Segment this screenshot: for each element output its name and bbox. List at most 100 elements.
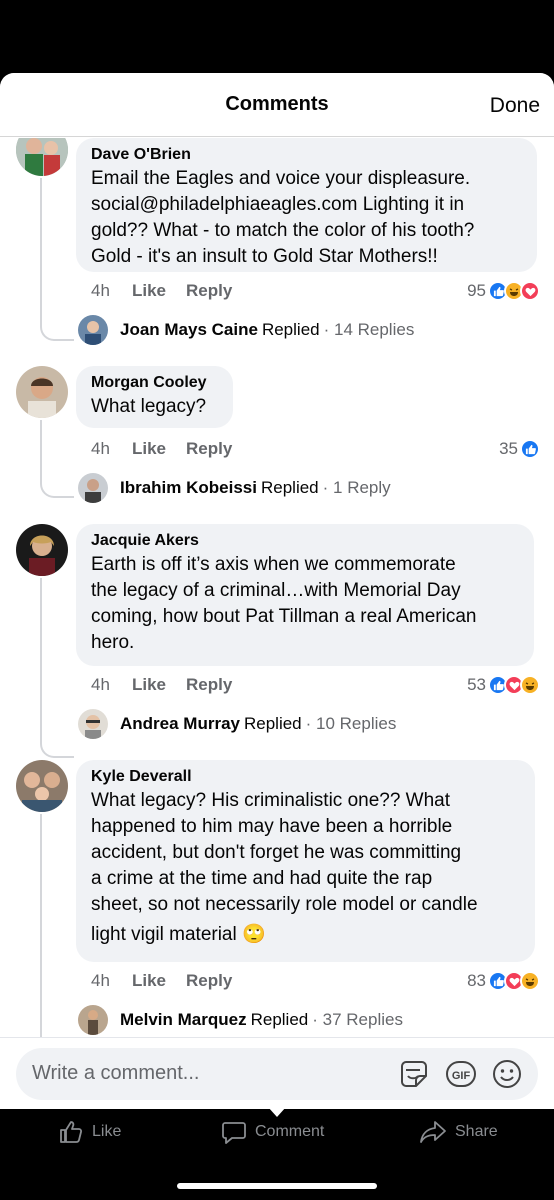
comment-line: What legacy? His criminalistic one?? Wha… [91,790,451,811]
love-reaction-icon [520,281,540,301]
reply-preview[interactable]: Melvin Marquez Replied · 37 Replies [78,1004,403,1036]
post-like-label: Like [92,1123,122,1140]
comment-time: 4h [91,439,110,458]
reply-button[interactable]: Reply [186,281,232,301]
reply-author: Melvin Marquez [120,1010,247,1029]
comment-author[interactable]: Jacquie Akers [91,530,518,552]
reply-preview[interactable]: Ibrahim Kobeissi Replied · 1 Reply [78,472,391,504]
comment-input[interactable]: Write a comment... GIF [16,1048,538,1100]
reply-button[interactable]: Reply [186,675,232,695]
done-button[interactable]: Done [490,94,540,118]
sheet-pointer [268,1107,286,1117]
sticker-icon[interactable] [398,1058,430,1090]
emoji-icon[interactable] [491,1058,523,1090]
avatar [78,315,108,345]
reaction-count: 95 [467,281,486,300]
comment-input-placeholder: Write a comment... [32,1062,200,1084]
comment-author[interactable]: Kyle Deverall [91,766,519,788]
haha-reaction-icon [520,971,540,991]
thumbs-up-icon [60,1121,83,1143]
avatar [78,473,108,503]
gif-icon[interactable]: GIF [445,1058,477,1090]
reply-author: Joan Mays Caine [120,320,258,339]
comment-line: sheet, so not necessarily role model or … [91,894,478,915]
comment-bubble[interactable]: Jacquie Akers Earth is off it’s axis whe… [76,524,534,666]
reply-preview[interactable]: Joan Mays Caine Replied · 14 Replies [78,314,414,346]
comment-line: coming, how bout Pat Tillman a real Amer… [91,606,477,627]
post-share-button[interactable]: Share [419,1119,498,1145]
reaction-summary[interactable]: 35 [499,437,540,461]
post-comment-button[interactable]: Comment [221,1119,324,1145]
reaction-count: 83 [467,971,486,990]
reaction-summary[interactable]: 83 [467,969,540,993]
reply-author: Ibrahim Kobeissi [120,478,257,497]
home-indicator[interactable] [177,1183,377,1189]
reaction-count: 53 [467,675,486,694]
comment-bubble[interactable]: Morgan Cooley What legacy? [76,366,233,428]
comments-header: Comments Done [0,73,554,137]
comment-line: accident, but don't forget he was commit… [91,842,462,863]
reaction-count: 35 [499,439,518,458]
comment-text: Earth is off it’s axis when we commemora… [91,552,518,656]
thread-connector [40,578,74,758]
comment-bubble[interactable]: Kyle Deverall What legacy? His criminali… [76,760,535,962]
comment-text: What legacy? [91,394,217,420]
svg-text:GIF: GIF [452,1070,471,1082]
like-reaction-icon [520,439,540,459]
share-icon [420,1121,446,1143]
reaction-summary[interactable]: 53 [467,673,540,697]
like-button[interactable]: Like [132,675,166,695]
thread-connector [40,814,74,1038]
avatar[interactable] [16,760,68,812]
comment-composer: Write a comment... GIF [0,1037,554,1109]
page-title: Comments [225,93,329,115]
comment-line: What legacy? [91,396,207,417]
comment-text: Email the Eagles and voice your displeas… [91,166,521,270]
avatar[interactable] [16,138,68,176]
reply-verb: Replied [243,714,302,733]
like-button[interactable]: Like [132,281,166,301]
comment-line: gold?? What - to match the color of his … [91,220,475,241]
comment-line: the legacy of a criminal…with Memorial D… [91,580,461,601]
comment-list[interactable]: Dave O'Brien Email the Eagles and voice … [0,138,554,1038]
comment-author[interactable]: Morgan Cooley [91,372,217,394]
comment-bubble[interactable]: Dave O'Brien Email the Eagles and voice … [76,138,537,272]
comment-line: light vigil material 🙄 [91,924,266,945]
thread-connector [40,420,74,498]
comment-line: Email the Eagles and voice your displeas… [91,168,471,189]
comment-line: Earth is off it’s axis when we commemora… [91,554,456,575]
comment-icon [222,1122,246,1144]
reply-count: · 37 Replies [312,1010,403,1029]
like-button[interactable]: Like [132,971,166,991]
thread-connector [40,178,74,341]
comment-author[interactable]: Dave O'Brien [91,144,521,166]
comment-time: 4h [91,971,110,990]
like-button[interactable]: Like [132,439,166,459]
comment-time: 4h [91,675,110,694]
reply-button[interactable]: Reply [186,971,232,991]
reply-verb: Replied [261,320,320,339]
reply-button[interactable]: Reply [186,439,232,459]
comment-line: Gold - it's an insult to Gold Star Mothe… [91,246,438,267]
post-comment-label: Comment [255,1123,325,1140]
avatar [78,1005,108,1035]
reply-count: · 10 Replies [305,714,397,733]
post-like-button[interactable]: Like [58,1119,121,1145]
reaction-summary[interactable]: 95 [467,279,540,303]
comment-line: a crime at the time and had quite the ra… [91,868,433,889]
reply-preview[interactable]: Andrea Murray Replied · 10 Replies [78,708,396,740]
comment-line: hero. [91,632,135,653]
reply-count: · 1 Reply [322,478,391,497]
reply-count: · 14 Replies [323,320,415,339]
avatar[interactable] [16,524,68,576]
post-share-label: Share [455,1123,498,1140]
haha-reaction-icon [520,675,540,695]
comment-line: social@philadelphiaeagles.com Lighting i… [91,194,465,215]
avatar [78,709,108,739]
comment-line: happened to him may have been a horrible [91,816,453,837]
reply-verb: Replied [250,1010,309,1029]
avatar[interactable] [16,366,68,418]
comment-time: 4h [91,281,110,300]
reply-verb: Replied [260,478,319,497]
comments-sheet: Comments Done Dave O'Brien Email the Eag… [0,73,554,1109]
